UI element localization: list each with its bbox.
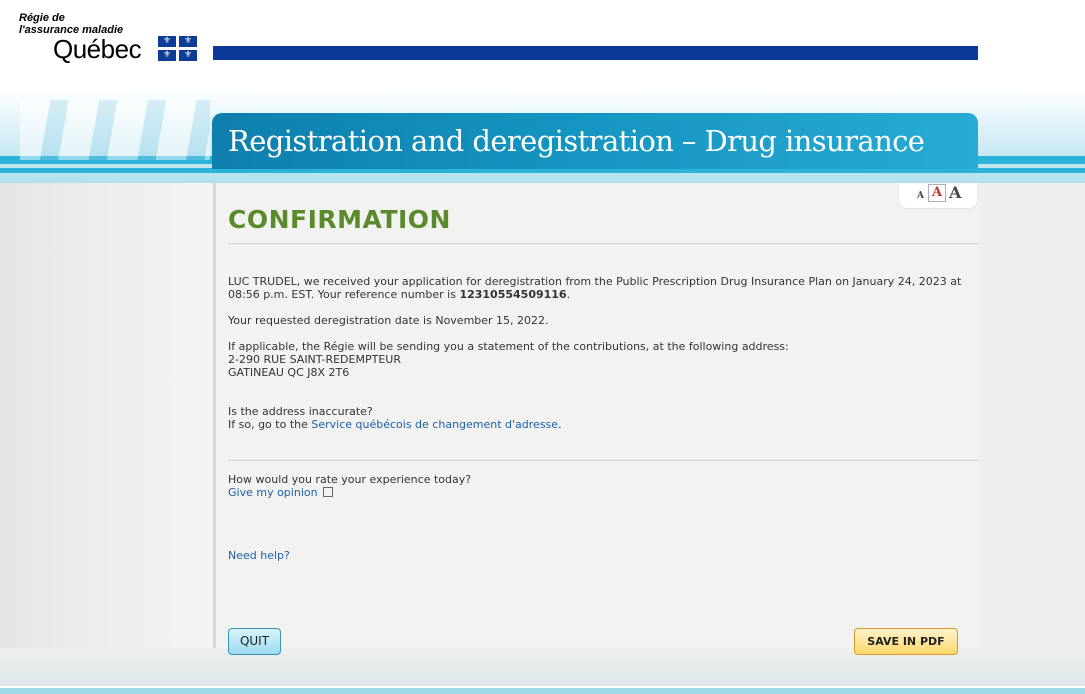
quebec-flag-icon: ⚜ ⚜ ⚜ ⚜ bbox=[158, 36, 197, 61]
address-line2: GATINEAU QC J8X 2T6 bbox=[228, 366, 350, 379]
footer-stripe bbox=[0, 688, 1085, 694]
external-link-icon bbox=[322, 487, 333, 497]
right-panel bbox=[978, 183, 1085, 681]
raq-logo: Régie de l'assurance maladie Québec ⚜ ⚜ … bbox=[19, 12, 204, 68]
divider bbox=[228, 460, 978, 461]
main-content bbox=[213, 183, 978, 681]
header-brand-bar bbox=[213, 46, 978, 60]
font-large-button[interactable]: A bbox=[949, 183, 961, 202]
quebec-wordmark: Québec bbox=[53, 34, 142, 64]
page-title: Registration and deregistration – Drug i… bbox=[228, 124, 925, 158]
divider bbox=[228, 243, 978, 244]
confirmation-message: LUC TRUDEL, we received your application… bbox=[228, 275, 962, 301]
need-help-link[interactable]: Need help? bbox=[228, 549, 290, 562]
reference-number: 12310554509116 bbox=[459, 288, 567, 301]
banner-decoration bbox=[20, 100, 210, 160]
deregistration-date-text: Your requested deregistration date is No… bbox=[228, 314, 549, 327]
confirmation-heading: CONFIRMATION bbox=[228, 205, 451, 234]
feedback-block: How would you rate your experience today… bbox=[228, 473, 472, 499]
org-name-line1: Régie de bbox=[19, 12, 65, 24]
address-change-block: Is the address inaccurate? If so, go to … bbox=[228, 405, 562, 431]
save-pdf-button[interactable]: SAVE IN PDF bbox=[854, 628, 958, 655]
page-banner: Registration and deregistration – Drug i… bbox=[212, 113, 978, 169]
quit-button[interactable]: QUIT bbox=[228, 628, 281, 655]
font-medium-button[interactable]: A bbox=[928, 184, 947, 202]
font-small-button[interactable]: A bbox=[917, 191, 924, 201]
address-line1: 2-290 RUE SAINT-REDEMPTEUR bbox=[228, 353, 401, 366]
help-block: Need help? bbox=[228, 549, 290, 562]
statement-address-block: If applicable, the Régie will be sending… bbox=[228, 340, 789, 379]
left-panel bbox=[0, 183, 213, 681]
font-size-controls: A A A bbox=[899, 183, 977, 208]
address-change-service-link[interactable]: Service québécois de changement d'adress… bbox=[311, 418, 558, 431]
give-opinion-link[interactable]: Give my opinion bbox=[228, 486, 318, 499]
